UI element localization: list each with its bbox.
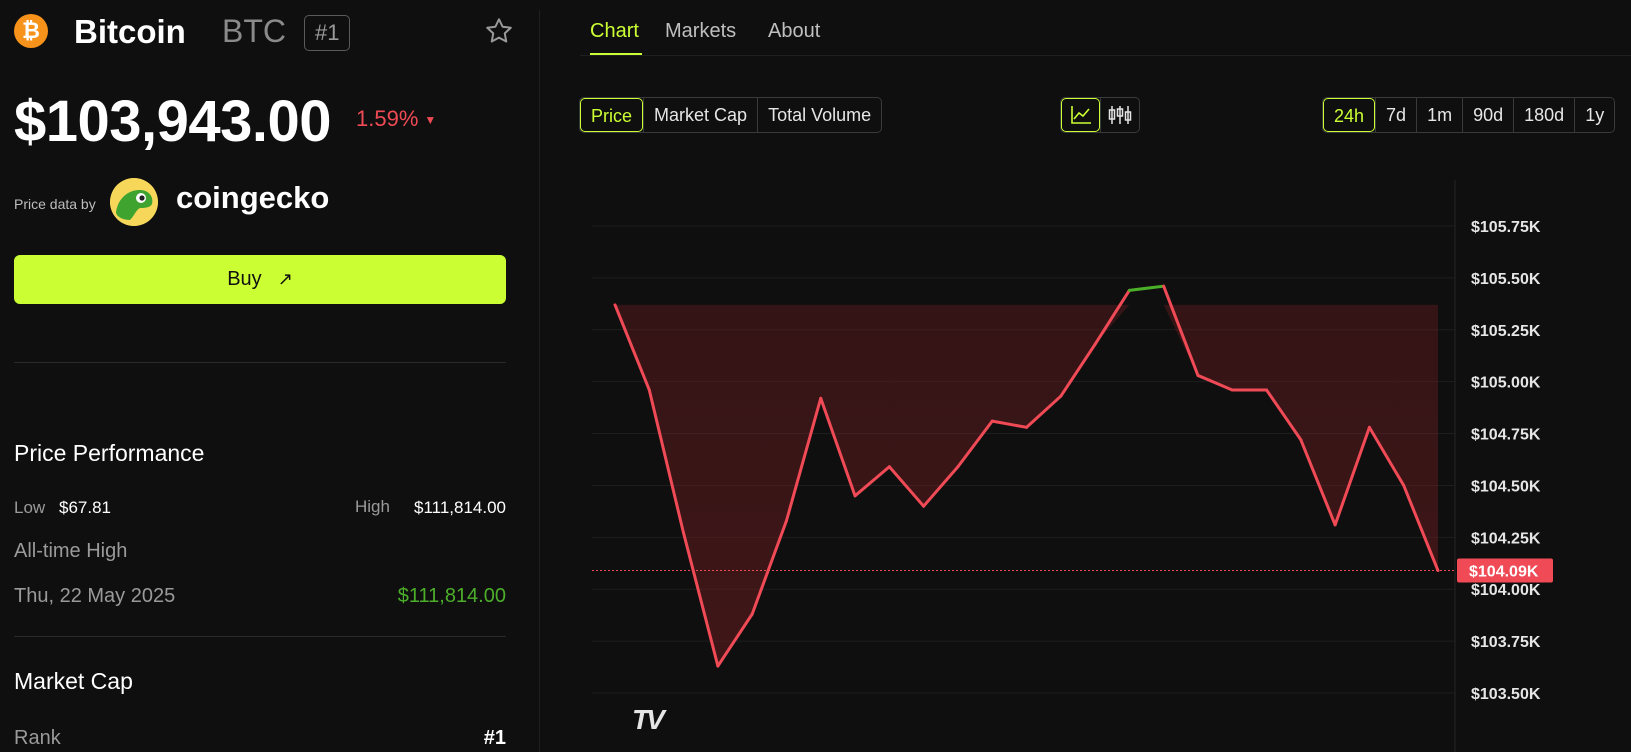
coin-name: Bitcoin	[74, 13, 186, 50]
divider	[14, 362, 506, 363]
price-line-segment	[1127, 284, 1166, 292]
range-90d[interactable]: 90d	[1462, 98, 1513, 132]
rank-label: Rank	[14, 727, 61, 749]
price-data-label: Price data by	[14, 196, 96, 212]
current-price: $103,943.00	[14, 89, 332, 154]
chart-type-selector	[1060, 97, 1140, 133]
price-change-percent: 1.59%	[356, 106, 419, 131]
current-price-label: $104.09K	[1469, 564, 1539, 581]
low-label: Low	[14, 498, 46, 517]
line-chart-icon[interactable]	[1061, 98, 1100, 132]
tabs-divider	[580, 55, 1631, 56]
y-tick-label: $103.75K	[1471, 634, 1541, 651]
range-1y[interactable]: 1y	[1574, 98, 1614, 132]
ath-label: All-time High	[14, 540, 128, 562]
metric-price[interactable]: Price	[580, 98, 644, 132]
tab-chart[interactable]: Chart	[590, 20, 639, 43]
high-value: $111,814.00	[413, 498, 506, 517]
price-performance-title: Price Performance	[14, 440, 205, 466]
rank-badge: #1	[304, 15, 351, 51]
buy-button-label: Buy	[227, 268, 262, 290]
metric-market-cap[interactable]: Market Cap	[643, 98, 757, 132]
range-24h[interactable]: 24h	[1323, 98, 1376, 132]
tab-markets[interactable]: Markets	[665, 20, 736, 43]
coin-header: ₿ Bitcoin BTC #1	[14, 13, 512, 54]
coin-info-panel: ₿ Bitcoin BTC #1 $103,943.00 1.59% ▼ Pric…	[0, 0, 520, 752]
high-label: High	[355, 497, 390, 516]
y-tick-label: $104.00K	[1471, 582, 1541, 599]
y-tick-label: $105.75K	[1471, 219, 1541, 236]
ath-date: Thu, 22 May 2025	[14, 585, 176, 607]
y-tick-label: $104.50K	[1471, 478, 1541, 495]
y-tick-label: $103.50K	[1471, 686, 1541, 703]
divider	[14, 636, 506, 637]
price-change: 1.59% ▼	[356, 106, 436, 132]
price-chart-svg: $105.75K $105.50K $105.25K $105.00K $104.75K…	[592, 180, 1553, 752]
range-7d[interactable]: 7d	[1375, 98, 1416, 132]
y-tick-label: $105.50K	[1471, 271, 1541, 288]
external-arrow-icon: ↗	[277, 269, 293, 289]
rank-value: #1	[483, 727, 506, 749]
tab-about[interactable]: About	[768, 20, 820, 43]
bitcoin-logo-icon: ₿	[14, 14, 48, 48]
price-chart[interactable]: $105.75K $105.50K $105.25K $105.00K $104.75K…	[540, 150, 1631, 752]
down-arrow-icon: ▼	[424, 113, 437, 127]
ath-value: $111,814.00	[397, 585, 506, 607]
range-180d[interactable]: 180d	[1513, 98, 1574, 132]
y-tick-label: $104.25K	[1471, 530, 1541, 547]
time-range-selector: 24h 7d 1m 90d 180d 1y	[1322, 97, 1616, 133]
y-tick-label: $105.25K	[1471, 323, 1541, 340]
metric-total-volume[interactable]: Total Volume	[757, 98, 881, 132]
coin-symbol: BTC	[222, 13, 286, 49]
buy-button[interactable]: Buy ↗	[14, 255, 506, 304]
y-tick-label: $105.00K	[1471, 375, 1541, 392]
low-value: $67.81	[59, 498, 111, 517]
coingecko-wordmark[interactable]: coingecko	[176, 180, 329, 216]
metric-selector: Price Market Cap Total Volume	[579, 97, 883, 133]
coingecko-logo-icon[interactable]	[110, 178, 158, 226]
range-1m[interactable]: 1m	[1416, 98, 1462, 132]
tradingview-logo-icon: TV	[632, 704, 665, 735]
watchlist-star-icon[interactable]	[484, 16, 514, 46]
market-cap-title: Market Cap	[14, 668, 133, 694]
y-tick-label: $104.75K	[1471, 427, 1541, 444]
candlestick-icon[interactable]	[1100, 98, 1139, 132]
